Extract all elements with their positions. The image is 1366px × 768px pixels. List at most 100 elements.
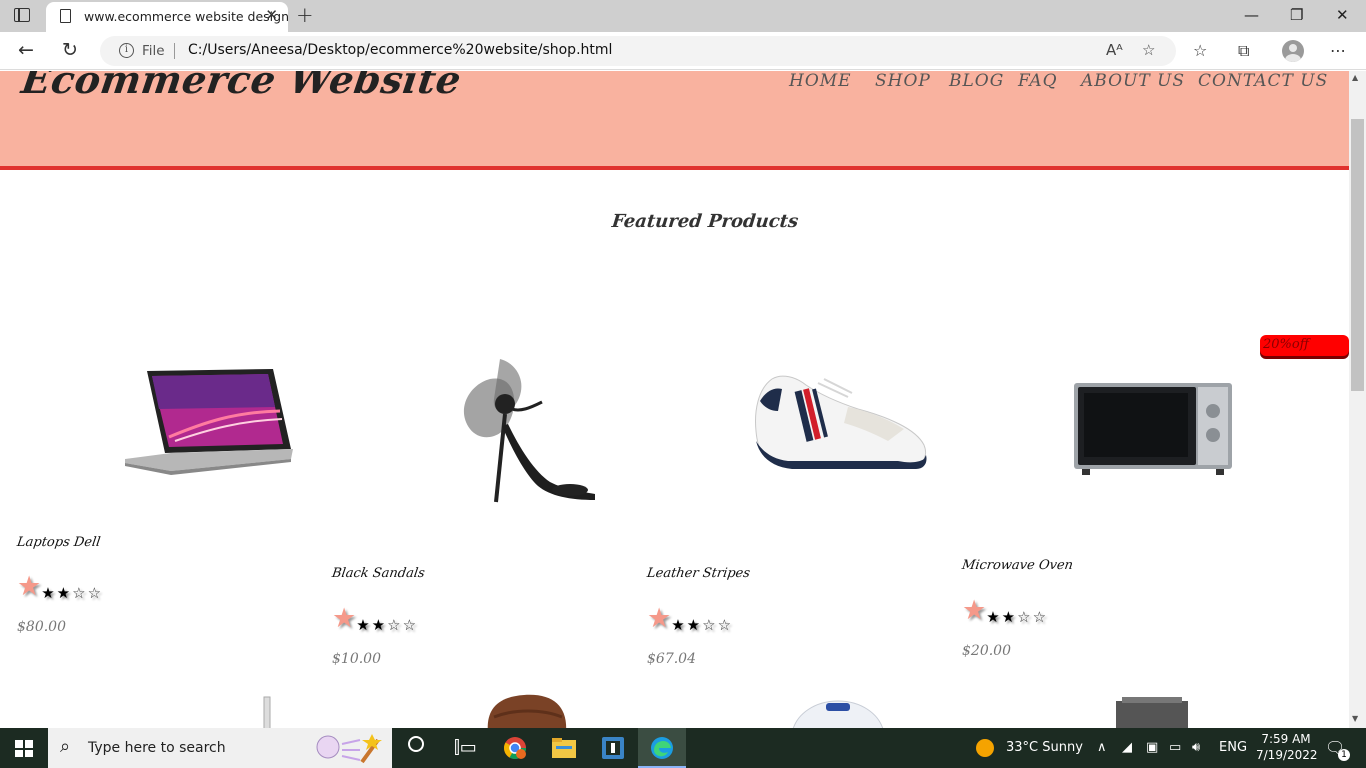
sale-badge[interactable]: 20%off	[1260, 335, 1349, 356]
product-rating: ★★ ★ ☆ ☆	[962, 595, 1048, 626]
more-menu-icon[interactable]: ⋯	[1330, 41, 1346, 60]
vertical-scrollbar[interactable]: ▲ ▼	[1349, 71, 1366, 728]
product-image[interactable]	[1112, 693, 1192, 728]
product-name[interactable]: Laptops Dell	[16, 535, 101, 550]
restore-icon[interactable]: ❐	[1290, 6, 1303, 24]
product-name[interactable]: Microwave Oven	[961, 558, 1074, 573]
back-icon[interactable]: ←	[18, 39, 34, 61]
search-icon: ⌕	[60, 736, 71, 757]
product-image[interactable]	[258, 693, 278, 728]
clock[interactable]: 7:59 AM 7/19/2022	[1256, 731, 1318, 763]
product-rating: ★★ ★ ☆ ☆	[17, 571, 103, 602]
refresh-icon[interactable]: ↻	[62, 39, 78, 61]
star-outline-icon[interactable]: ☆	[1017, 608, 1030, 626]
laptop-image[interactable]	[125, 367, 295, 479]
site-logo[interactable]: Ecommerce Website	[19, 71, 464, 102]
search-highlight-icon[interactable]	[316, 732, 386, 766]
weather-icon[interactable]	[976, 739, 994, 757]
star-icon[interactable]: ★	[1002, 608, 1015, 626]
close-window-icon[interactable]: ✕	[1336, 6, 1349, 24]
scroll-thumb[interactable]	[1351, 119, 1364, 391]
product-price: $10.00	[332, 651, 381, 667]
tab-title: www.ecommerce website design	[84, 9, 290, 24]
nav-contact-us[interactable]: CONTACT US	[1198, 71, 1328, 91]
nav-home[interactable]: HOME	[789, 71, 852, 91]
language-indicator[interactable]: ENG	[1219, 740, 1247, 755]
star-icon[interactable]: ★	[372, 616, 385, 634]
star-outline-icon[interactable]: ☆	[88, 584, 101, 602]
star-icon[interactable]: ★	[687, 616, 700, 634]
scroll-down-icon[interactable]: ▼	[1352, 714, 1358, 723]
star-icon[interactable]: ★	[356, 616, 369, 634]
cortana-icon[interactable]	[408, 736, 424, 752]
product-rating: ★★ ★ ☆ ☆	[332, 603, 418, 634]
nav-blog[interactable]: BLOG	[949, 71, 1004, 91]
weather-text[interactable]: 33°C Sunny	[1006, 740, 1083, 755]
sale-badge-text: 20%off	[1263, 337, 1309, 352]
section-title: Featured Products	[610, 211, 800, 232]
tab-actions-icon[interactable]	[14, 8, 30, 22]
favorites-icon[interactable]: ☆	[1193, 41, 1207, 60]
read-aloud-icon[interactable]: Aᴬ	[1106, 41, 1123, 59]
nav-shop[interactable]: SHOP	[875, 71, 931, 91]
browser-tab[interactable]: www.ecommerce website design ✕	[46, 2, 290, 32]
collections-icon[interactable]: ⧉	[1238, 41, 1249, 61]
star-outline-icon[interactable]: ☆	[718, 616, 731, 634]
star-outline-icon[interactable]: ☆	[72, 584, 85, 602]
divider	[174, 43, 175, 59]
taskbar-search[interactable]: ⌕ Type here to search	[48, 728, 392, 768]
task-view-icon[interactable]: ⫿▭	[454, 737, 477, 758]
network-icon[interactable]: ◢	[1122, 740, 1132, 755]
edge-icon	[651, 737, 673, 759]
profile-avatar[interactable]	[1282, 40, 1304, 62]
sandal-image[interactable]	[450, 354, 600, 504]
edge-taskbar-button[interactable]	[638, 728, 686, 768]
url-text[interactable]: C:/Users/Aneesa/Desktop/ecommerce%20webs…	[188, 42, 612, 58]
clock-time: 7:59 AM	[1261, 732, 1311, 746]
info-icon[interactable]: i	[119, 43, 134, 58]
microwave-image[interactable]	[1072, 381, 1234, 477]
nav-faq[interactable]: FAQ	[1018, 71, 1058, 91]
star-outline-icon[interactable]: ☆	[387, 616, 400, 634]
star-icon[interactable]: ★	[647, 603, 671, 634]
battery-icon[interactable]: ▭	[1169, 740, 1181, 755]
star-icon[interactable]: ★	[41, 584, 54, 602]
address-toolbar: ← ↻ i File C:/Users/Aneesa/Desktop/ecomm…	[0, 32, 1366, 70]
product-image[interactable]	[790, 693, 886, 728]
minimize-icon[interactable]: —	[1244, 6, 1259, 24]
close-tab-icon[interactable]: ✕	[265, 6, 278, 24]
product-price: $20.00	[962, 643, 1011, 659]
windows-start-icon[interactable]	[15, 740, 33, 757]
address-bar[interactable]: i File C:/Users/Aneesa/Desktop/ecommerce…	[100, 36, 1176, 66]
star-outline-icon[interactable]: ☆	[702, 616, 715, 634]
product-price: $67.04	[647, 651, 696, 667]
scroll-up-icon[interactable]: ▲	[1352, 73, 1358, 82]
product-rating: ★★ ★ ☆ ☆	[647, 603, 733, 634]
product-name[interactable]: Leather Stripes	[646, 566, 751, 581]
star-icon[interactable]: ★	[332, 603, 356, 634]
star-outline-icon[interactable]: ☆	[1033, 608, 1046, 626]
add-favorite-icon[interactable]: ☆	[1142, 41, 1155, 59]
product-name[interactable]: Black Sandals	[331, 566, 426, 581]
file-label: File	[142, 43, 165, 59]
notification-count: 1	[1338, 749, 1350, 761]
nav-about-us[interactable]: ABOUT US	[1081, 71, 1185, 91]
star-icon[interactable]: ★	[57, 584, 70, 602]
star-icon[interactable]: ★	[962, 595, 986, 626]
volume-icon[interactable]: 🔊︎	[1192, 740, 1200, 755]
page-icon	[60, 9, 71, 23]
product-image[interactable]	[484, 693, 570, 728]
star-icon[interactable]: ★	[17, 571, 41, 602]
page-viewport: Ecommerce Website HOME SHOP BLOG FAQ ABO…	[0, 71, 1349, 728]
new-tab-button[interactable]: +	[296, 3, 314, 27]
star-icon[interactable]: ★	[671, 616, 684, 634]
star-icon[interactable]: ★	[986, 608, 999, 626]
meet-now-icon[interactable]: ▣	[1146, 740, 1158, 755]
chrome-icon[interactable]	[503, 736, 527, 760]
file-explorer-icon[interactable]	[552, 738, 576, 758]
sneaker-image[interactable]	[748, 371, 930, 483]
clock-date: 7/19/2022	[1256, 748, 1318, 762]
show-hidden-icons[interactable]: ∧	[1097, 740, 1107, 755]
star-outline-icon[interactable]: ☆	[403, 616, 416, 634]
app-icon[interactable]	[601, 736, 625, 760]
